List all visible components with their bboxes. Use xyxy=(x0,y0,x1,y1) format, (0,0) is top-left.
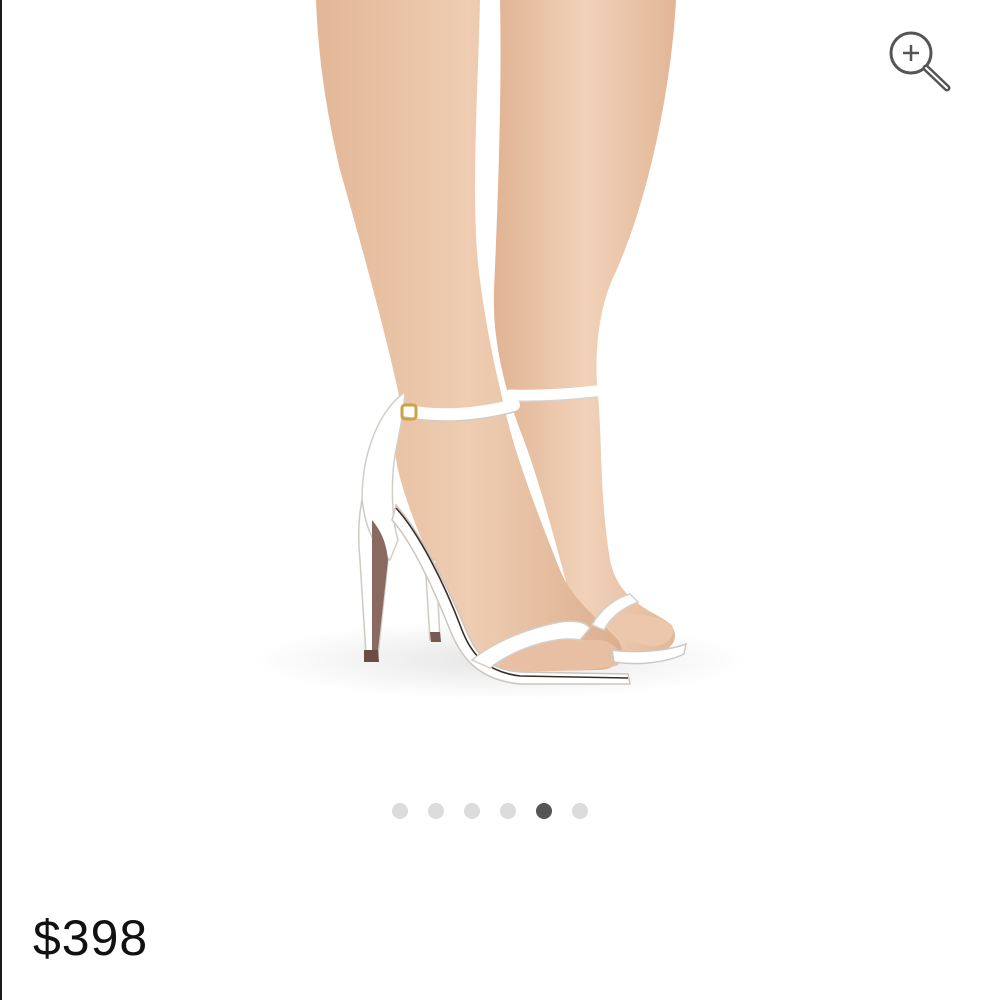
carousel-dots xyxy=(392,803,588,819)
zoom-in-icon xyxy=(889,31,951,92)
zoom-button[interactable] xyxy=(884,28,954,94)
carousel-dot-3[interactable] xyxy=(464,803,480,819)
carousel-dot-5-active[interactable] xyxy=(536,803,552,819)
right-heel-tip xyxy=(430,632,441,642)
product-gallery-page: $398 xyxy=(0,0,1000,1000)
carousel-dot-4[interactable] xyxy=(500,803,516,819)
carousel-dot-1[interactable] xyxy=(392,803,408,819)
right-sandal-strap xyxy=(504,385,603,401)
carousel-dot-6[interactable] xyxy=(572,803,588,819)
product-price: $398 xyxy=(33,910,149,966)
product-image[interactable] xyxy=(0,0,1000,780)
left-heel-tip xyxy=(364,650,379,662)
carousel-dot-2[interactable] xyxy=(428,803,444,819)
